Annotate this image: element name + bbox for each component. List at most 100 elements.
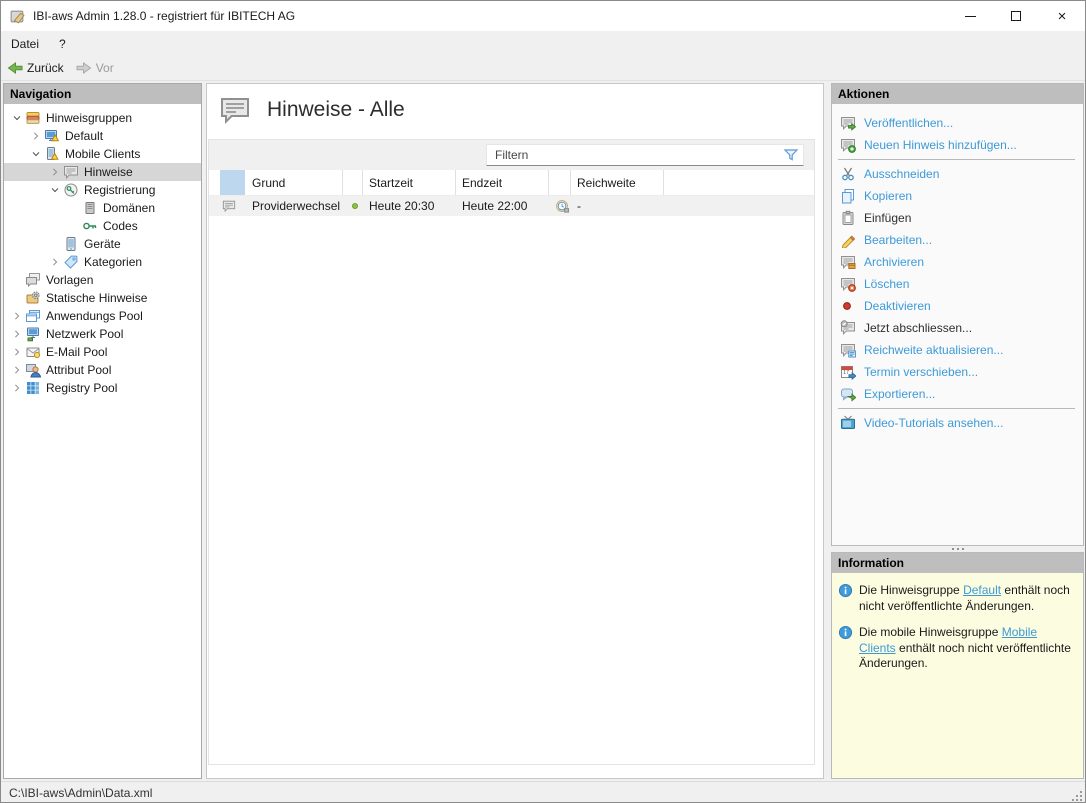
column-header-empty[interactable]: [220, 170, 246, 195]
info-icon: [838, 583, 853, 598]
forward-button[interactable]: Vor: [70, 56, 120, 80]
chevron-right-icon[interactable]: [46, 257, 63, 267]
sidebar-item-statische-hinweise[interactable]: Statische Hinweise: [4, 289, 201, 307]
action-ausschneiden[interactable]: Ausschneiden: [832, 163, 1083, 185]
tool-bar: Zurück Vor: [1, 56, 1085, 81]
sidebar-item-anwendungs-pool[interactable]: Anwendungs Pool: [4, 307, 201, 325]
action-termin-verschieben[interactable]: 17 Termin verschieben...: [832, 361, 1083, 383]
chevron-down-icon[interactable]: [27, 149, 44, 159]
app-pool-icon: [25, 308, 41, 324]
chevron-down-icon[interactable]: [8, 113, 25, 123]
app-window: IBI-aws Admin 1.28.0 - registriert für I…: [0, 0, 1086, 803]
sidebar-item-label: Geräte: [84, 237, 121, 251]
sidebar-item-label: E-Mail Pool: [46, 345, 107, 359]
action-exportieren[interactable]: Exportieren...: [832, 383, 1083, 405]
column-header-endzeit[interactable]: Endzeit: [456, 170, 549, 195]
chevron-right-icon: [12, 347, 22, 357]
hint-bubble-icon: [219, 94, 251, 126]
action-veroeffentlichen[interactable]: Veröffentlichen...: [832, 112, 1083, 134]
sidebar-item-attribut-pool[interactable]: Attribut Pool: [4, 361, 201, 379]
registration-icon: [63, 182, 79, 198]
action-label: Bearbeiten...: [864, 233, 932, 247]
chevron-right-icon[interactable]: [46, 167, 63, 177]
info-link-default[interactable]: Default: [963, 583, 1001, 597]
menu-datei[interactable]: Datei: [1, 31, 49, 56]
filter-funnel-icon[interactable]: [783, 147, 799, 163]
column-header-empty[interactable]: [549, 170, 571, 195]
chevron-right-icon: [50, 257, 60, 267]
action-label: Löschen: [864, 277, 909, 291]
sidebar-item-hinweise[interactable]: Hinweise: [4, 163, 201, 181]
chevron-down-icon: [12, 113, 22, 123]
sidebar-item-codes[interactable]: Codes: [4, 217, 201, 235]
sidebar-item-registry-pool[interactable]: Registry Pool: [4, 379, 201, 397]
action-jetzt-abschliessen[interactable]: Jetzt abschliessen...: [832, 317, 1083, 339]
back-button[interactable]: Zurück: [1, 56, 70, 80]
splitter-dots-icon: [952, 548, 954, 550]
filter-input[interactable]: [486, 144, 804, 166]
close-icon: ×: [1058, 9, 1067, 24]
row-reichweite: -: [571, 196, 664, 216]
action-deaktivieren[interactable]: Deaktivieren: [832, 295, 1083, 317]
sidebar-item-label: Kategorien: [84, 255, 142, 269]
action-kopieren[interactable]: Kopieren: [832, 185, 1083, 207]
chevron-right-icon: [12, 329, 22, 339]
sidebar-item-label: Hinweisgruppen: [46, 111, 132, 125]
sidebar-item-kategorien[interactable]: Kategorien: [4, 253, 201, 271]
sidebar-item-netzwerk-pool[interactable]: Netzwerk Pool: [4, 325, 201, 343]
maximize-icon: [1011, 11, 1021, 21]
window-title: IBI-aws Admin 1.28.0 - registriert für I…: [33, 9, 947, 23]
information-header: Information: [832, 553, 1083, 573]
action-label: Deaktivieren: [864, 299, 931, 313]
sidebar-item-mobile-clients[interactable]: Mobile Clients: [4, 145, 201, 163]
table-row[interactable]: ProviderwechselHeute 20:30Heute 22:00-: [209, 196, 814, 216]
action-archivieren[interactable]: Archivieren: [832, 251, 1083, 273]
chevron-right-icon[interactable]: [8, 383, 25, 393]
sidebar-item-vorlagen[interactable]: Vorlagen: [4, 271, 201, 289]
chevron-right-icon[interactable]: [8, 347, 25, 357]
action-label: Termin verschieben...: [864, 365, 978, 379]
minimize-button[interactable]: [947, 1, 993, 31]
svg-text:17: 17: [843, 370, 849, 376]
desktop-warning-icon: [44, 128, 60, 144]
chevron-right-icon[interactable]: [8, 365, 25, 375]
chevron-right-icon[interactable]: [8, 311, 25, 321]
publish-icon: [840, 115, 856, 131]
chevron-right-icon[interactable]: [27, 131, 44, 141]
sidebar-item-label: Hinweise: [84, 165, 133, 179]
resize-grip-icon[interactable]: [1070, 789, 1082, 801]
action-neuen-hinweis-hinzufuegen[interactable]: Neuen Hinweis hinzufügen...: [832, 134, 1083, 156]
sidebar-item-email-pool[interactable]: E-Mail Pool: [4, 343, 201, 361]
action-bearbeiten[interactable]: Bearbeiten...: [832, 229, 1083, 251]
sidebar-item-label: Default: [65, 129, 103, 143]
row-hint-icon: [220, 196, 246, 216]
statusbar-path: C:\IBI-aws\Admin\Data.xml: [9, 786, 152, 800]
column-header-empty[interactable]: [343, 170, 363, 195]
sidebar-item-domaenen[interactable]: Domänen: [4, 199, 201, 217]
action-video-tutorials[interactable]: Video-Tutorials ansehen...: [832, 412, 1083, 434]
menu-help[interactable]: ?: [49, 31, 76, 56]
action-einfuegen[interactable]: Einfügen: [832, 207, 1083, 229]
sidebar-item-hinweisgruppen[interactable]: Hinweisgruppen: [4, 109, 201, 127]
actions-separator: [838, 159, 1075, 160]
sidebar-item-label: Vorlagen: [46, 273, 93, 287]
registry-pool-icon: [25, 380, 41, 396]
calendar-icon: 17: [840, 364, 856, 380]
forward-arrow-icon: [76, 60, 92, 76]
status-active-icon: [349, 200, 361, 212]
app-icon: [9, 8, 26, 25]
action-label: Veröffentlichen...: [864, 116, 953, 130]
chevron-down-icon[interactable]: [46, 185, 63, 195]
column-header-grund[interactable]: Grund: [246, 170, 343, 195]
action-loeschen[interactable]: Löschen: [832, 273, 1083, 295]
action-label: Ausschneiden: [864, 167, 939, 181]
column-header-reichweite[interactable]: Reichweite: [571, 170, 664, 195]
column-header-startzeit[interactable]: Startzeit: [363, 170, 456, 195]
sidebar-item-default[interactable]: Default: [4, 127, 201, 145]
maximize-button[interactable]: [993, 1, 1039, 31]
close-button[interactable]: ×: [1039, 1, 1085, 31]
sidebar-item-geraete[interactable]: Geräte: [4, 235, 201, 253]
sidebar-item-registrierung[interactable]: Registrierung: [4, 181, 201, 199]
action-reichweite-aktualisieren[interactable]: Reichweite aktualisieren...: [832, 339, 1083, 361]
chevron-right-icon[interactable]: [8, 329, 25, 339]
